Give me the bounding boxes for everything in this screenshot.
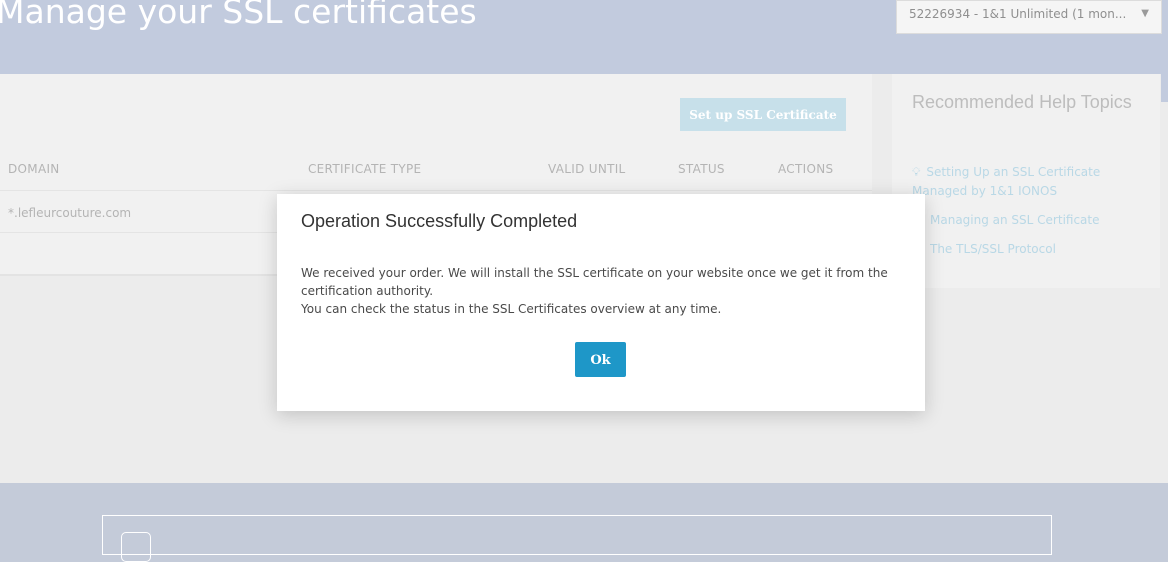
lightbulb-icon: 💡︎ (912, 165, 921, 179)
column-header-status: STATUS (678, 162, 725, 176)
chevron-down-icon: ▼ (1141, 8, 1149, 19)
column-header-domain: DOMAIN (8, 162, 60, 176)
dialog-message-line: You can check the status in the SSL Cert… (301, 302, 722, 316)
page-header: Manage your SSL certificates 52226934 - … (0, 0, 1168, 74)
column-header-actions: ACTIONS (778, 162, 834, 176)
help-topics-title: Recommended Help Topics (912, 92, 1132, 112)
footer-panel (102, 515, 1052, 562)
column-header-certificate-type: CERTIFICATE TYPE (308, 162, 422, 176)
contract-select-value: 52226934 - 1&1 Unlimited (1 mon... (909, 7, 1127, 21)
help-link-tls-protocol[interactable]: The TLS/SSL Protocol (930, 240, 1056, 259)
setup-ssl-button[interactable]: Set up SSL Certificate (680, 98, 846, 131)
dialog-message-line: We received your order. We will install … (301, 266, 888, 298)
column-header-valid-until: VALID UNTIL (548, 162, 626, 176)
divider (0, 190, 872, 191)
page-title: Manage your SSL certificates (0, 0, 477, 31)
table-row-domain: *.lefleurcouture.com (8, 206, 132, 220)
dialog-message: We received your order. We will install … (301, 264, 901, 318)
ok-button[interactable]: Ok (575, 342, 626, 377)
help-topics-card: Recommended Help Topics 💡︎ Setting Up an … (892, 74, 1160, 288)
contract-select[interactable]: 52226934 - 1&1 Unlimited (1 mon... ▼ (896, 0, 1162, 34)
success-dialog: Operation Successfully Completed We rece… (277, 194, 925, 411)
help-link-managing-ssl[interactable]: Managing an SSL Certificate (930, 211, 1100, 230)
dialog-title: Operation Successfully Completed (301, 211, 578, 231)
header-strip (1161, 74, 1168, 102)
help-link-setup-ssl[interactable]: 💡︎ Setting Up an SSL Certificate Managed … (912, 163, 1100, 201)
